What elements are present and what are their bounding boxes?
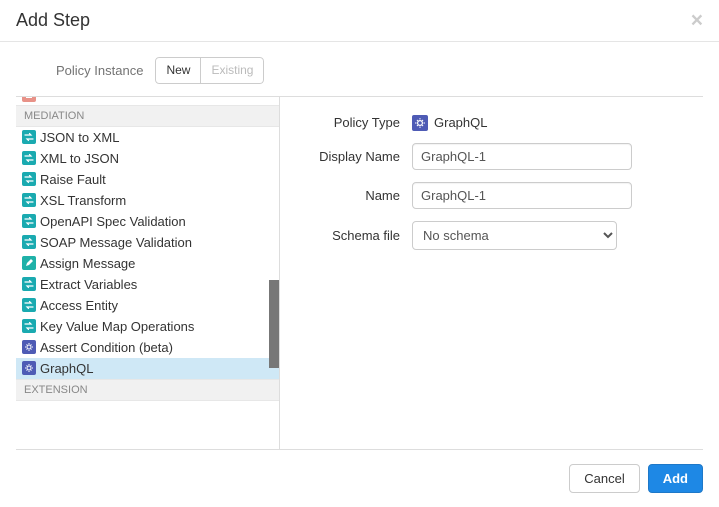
instance-new-button[interactable]: New xyxy=(155,57,201,84)
policy-item-label: Assign Message xyxy=(40,256,135,271)
display-name-label: Display Name xyxy=(300,149,400,164)
cancel-button[interactable]: Cancel xyxy=(569,464,639,493)
list-item-raise-fault[interactable]: Raise Fault xyxy=(16,169,279,190)
gear-icon xyxy=(22,340,36,354)
main-panel: MEDIATION JSON to XML XML to JSON xyxy=(16,96,703,450)
list-item-json-to-xml[interactable]: JSON to XML xyxy=(16,127,279,148)
policy-item-label: Access Entity xyxy=(40,298,118,313)
swap-icon xyxy=(22,298,36,312)
policy-item-label: SOAP Message Validation xyxy=(40,235,192,250)
schema-file-select[interactable]: No schema xyxy=(412,221,617,250)
policy-instance-label: Policy Instance xyxy=(56,63,143,78)
swap-icon xyxy=(22,277,36,291)
policy-list-sidebar[interactable]: MEDIATION JSON to XML XML to JSON xyxy=(16,97,280,449)
swap-icon xyxy=(22,151,36,165)
gear-icon xyxy=(412,115,428,131)
list-item-soap-message-validation[interactable]: SOAP Message Validation xyxy=(16,232,279,253)
row-schema-file: Schema file No schema xyxy=(300,221,683,250)
policy-type-label: Policy Type xyxy=(300,115,400,130)
list-item-extract-variables[interactable]: Extract Variables xyxy=(16,274,279,295)
row-display-name: Display Name xyxy=(300,143,683,170)
scrollbar-thumb[interactable] xyxy=(269,280,279,368)
policy-item-label: Extract Variables xyxy=(40,277,137,292)
list-item-key-value-map-operations[interactable]: Key Value Map Operations xyxy=(16,316,279,337)
policy-item-label: OpenAPI Spec Validation xyxy=(40,214,186,229)
policy-icon xyxy=(22,97,36,102)
close-icon[interactable]: × xyxy=(691,10,703,31)
list-item[interactable] xyxy=(16,97,279,105)
row-name: Name xyxy=(300,182,683,209)
schema-file-label: Schema file xyxy=(300,228,400,243)
list-item-xsl-transform[interactable]: XSL Transform xyxy=(16,190,279,211)
category-mediation: MEDIATION xyxy=(16,105,279,127)
swap-icon xyxy=(22,193,36,207)
instance-existing-button[interactable]: Existing xyxy=(201,57,264,84)
row-policy-type: Policy Type GraphQL xyxy=(300,115,683,131)
edit-icon xyxy=(22,256,36,270)
add-step-dialog: Add Step × Policy Instance New Existing … xyxy=(0,0,719,507)
list-item-xml-to-json[interactable]: XML to JSON xyxy=(16,148,279,169)
name-label: Name xyxy=(300,188,400,203)
policy-item-label: XML to JSON xyxy=(40,151,119,166)
list-item-access-entity[interactable]: Access Entity xyxy=(16,295,279,316)
policy-item-label: Key Value Map Operations xyxy=(40,319,194,334)
policy-item-label: XSL Transform xyxy=(40,193,126,208)
display-name-input[interactable] xyxy=(412,143,632,170)
category-extension: EXTENSION xyxy=(16,379,279,401)
swap-icon xyxy=(22,214,36,228)
list-item-assign-message[interactable]: Assign Message xyxy=(16,253,279,274)
list-item-graphql[interactable]: GraphQL xyxy=(16,358,279,379)
add-button[interactable]: Add xyxy=(648,464,703,493)
name-input[interactable] xyxy=(412,182,632,209)
list-item-openapi-spec-validation[interactable]: OpenAPI Spec Validation xyxy=(16,211,279,232)
dialog-footer: Cancel Add xyxy=(0,450,719,507)
policy-item-label: GraphQL xyxy=(40,361,93,376)
policy-instance-row: Policy Instance New Existing xyxy=(0,42,719,96)
instance-toggle: New Existing xyxy=(155,57,264,84)
policy-item-label: JSON to XML xyxy=(40,130,119,145)
dialog-header: Add Step × xyxy=(0,0,719,42)
gear-icon xyxy=(22,361,36,375)
swap-icon xyxy=(22,235,36,249)
dialog-title: Add Step xyxy=(16,10,90,31)
policy-details-panel: Policy Type GraphQL Display Name Name Sc… xyxy=(280,97,703,449)
swap-icon xyxy=(22,319,36,333)
swap-icon xyxy=(22,130,36,144)
list-item-assert-condition[interactable]: Assert Condition (beta) xyxy=(16,337,279,358)
policy-item-label: Assert Condition (beta) xyxy=(40,340,173,355)
policy-type-value: GraphQL xyxy=(434,115,487,130)
policy-item-label: Raise Fault xyxy=(40,172,106,187)
swap-icon xyxy=(22,172,36,186)
